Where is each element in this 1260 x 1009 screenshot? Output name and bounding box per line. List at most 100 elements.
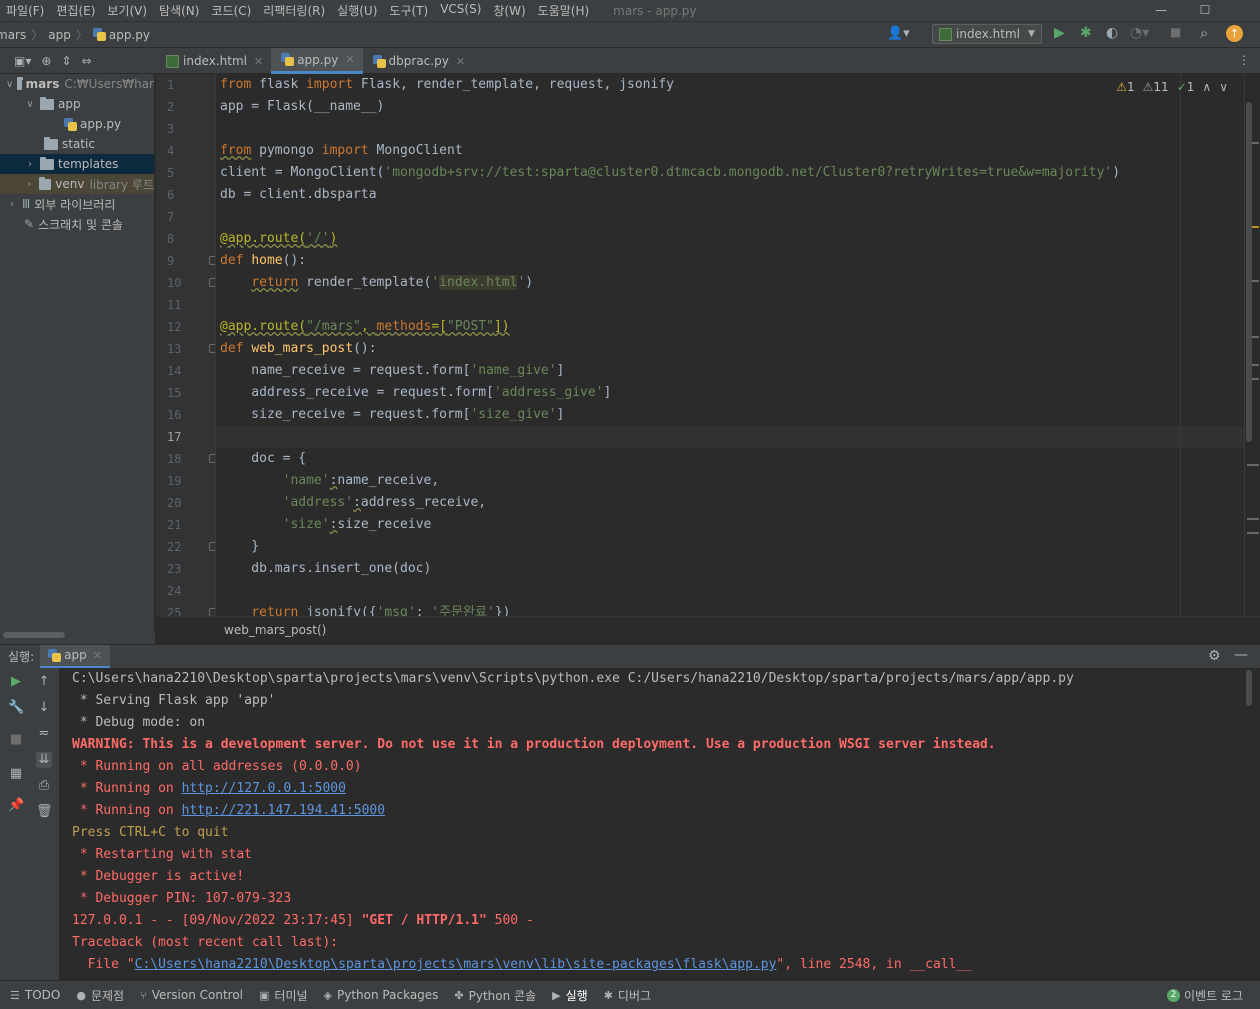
- soft-wrap-icon[interactable]: ≂: [36, 726, 52, 742]
- python-file-icon: [372, 54, 386, 68]
- fold-icon[interactable]: [209, 454, 215, 463]
- collapse-all-icon[interactable]: ⇔: [82, 54, 92, 68]
- tree-item-app[interactable]: ∨ app: [0, 94, 154, 114]
- pin-icon[interactable]: 📌: [8, 798, 24, 814]
- menu-item[interactable]: 도구(T): [383, 2, 434, 19]
- menu-item[interactable]: 실행(U): [331, 2, 383, 19]
- menu-item[interactable]: 편집(E): [50, 2, 101, 19]
- breadcrumb-project[interactable]: mars: [0, 28, 26, 42]
- search-icon[interactable]: ⌕: [1200, 24, 1208, 42]
- tree-root[interactable]: ∨ mars C:₩Users₩har: [0, 74, 154, 94]
- menu-item[interactable]: 탐색(N): [153, 2, 205, 19]
- console-scrollbar-track[interactable]: [1244, 668, 1260, 980]
- menu-item[interactable]: 창(W): [487, 2, 531, 19]
- tool-button-0[interactable]: ☰ TODO: [10, 987, 60, 1004]
- editor-scrollbar[interactable]: [1246, 102, 1252, 442]
- breadcrumb-file[interactable]: app.py: [109, 28, 150, 42]
- tree-item-templates[interactable]: › templates: [0, 154, 154, 174]
- run-tab-app[interactable]: app ✕: [40, 644, 110, 669]
- weak-warning-count: 11: [1153, 80, 1169, 94]
- folder-icon: [40, 156, 54, 170]
- tool-button-2[interactable]: ⑂ Version Control: [140, 987, 243, 1004]
- project-view-icon[interactable]: ▣▾: [14, 54, 31, 68]
- locate-icon[interactable]: ⊕: [41, 54, 51, 68]
- tool-button-1[interactable]: ● 문제점: [76, 987, 124, 1004]
- menu-item[interactable]: VCS(S): [434, 2, 487, 19]
- run-console[interactable]: C:\Users\hana2210\Desktop\sparta\project…: [60, 668, 1244, 980]
- menu-item[interactable]: 도움말(H): [532, 2, 596, 19]
- tree-item-label: 스크래치 및 콘솔: [38, 217, 123, 232]
- menu-item[interactable]: 리팩터링(R): [257, 2, 331, 19]
- close-icon[interactable]: ✕: [345, 53, 354, 66]
- tool-button-3[interactable]: ▣ 터미널: [259, 987, 308, 1004]
- tool-button-7[interactable]: ✱ 디버그: [604, 987, 651, 1004]
- inspection-widget[interactable]: ⚠1 ⚠11 ✓1 ∧ ∨: [1116, 80, 1228, 94]
- chevron-up-icon[interactable]: ∧: [1202, 80, 1211, 94]
- expand-all-icon[interactable]: ⇕: [61, 54, 71, 68]
- user-icon[interactable]: 👤▾: [887, 26, 910, 41]
- debug-icon[interactable]: ✱: [1080, 25, 1092, 41]
- console-scrollbar[interactable]: [1246, 670, 1252, 706]
- tool-button-6[interactable]: ▶ 실행: [552, 987, 588, 1004]
- code-line: }: [220, 539, 260, 554]
- tool-button-4[interactable]: ◈ Python Packages: [324, 987, 439, 1004]
- chevron-right-icon: ›: [27, 178, 32, 190]
- fold-icon[interactable]: [209, 542, 215, 551]
- close-icon[interactable]: ✕: [456, 55, 465, 68]
- arrow-down-icon[interactable]: ↓: [36, 700, 52, 716]
- stop-icon[interactable]: ■: [1170, 25, 1181, 39]
- fold-icon[interactable]: [209, 608, 215, 616]
- chevron-down-icon[interactable]: ∨: [1219, 80, 1228, 94]
- menu-item[interactable]: 코드(C): [205, 2, 257, 19]
- menu-item[interactable]: 보기(V): [101, 2, 153, 19]
- tool-button-5[interactable]: ✤ Python 콘솔: [454, 987, 536, 1004]
- line-number: 14: [167, 364, 182, 378]
- tree-item-venv[interactable]: › venv library 루트: [0, 174, 154, 194]
- maximize-icon[interactable]: ☐: [1190, 0, 1220, 22]
- menu-item[interactable]: 파일(F): [0, 2, 50, 19]
- tree-item-external-libraries[interactable]: › Ⅲ 외부 라이브러리: [0, 194, 154, 214]
- wrench-icon[interactable]: 🔧: [8, 700, 24, 716]
- more-tabs-icon[interactable]: ⋮: [1238, 53, 1250, 67]
- profile-icon[interactable]: ◔▾: [1130, 25, 1149, 41]
- gear-icon[interactable]: ⚙: [1208, 648, 1221, 664]
- line-number: 7: [167, 210, 175, 224]
- event-log-button[interactable]: 2 이벤트 로그: [1167, 987, 1243, 1004]
- fold-icon[interactable]: [209, 256, 215, 265]
- print-icon[interactable]: ⎙: [36, 778, 52, 794]
- tree-item-app-py[interactable]: app.py: [0, 114, 154, 134]
- breadcrumb-folder[interactable]: app: [48, 28, 71, 42]
- tree-item-static[interactable]: static: [0, 134, 154, 154]
- fold-icon[interactable]: [209, 278, 215, 287]
- run-panel-label: 실행:: [8, 650, 35, 664]
- stripe-mark: [1247, 464, 1259, 466]
- rerun-icon[interactable]: ▶: [8, 674, 24, 690]
- code-editor[interactable]: from flask import Flask, render_template…: [216, 74, 1244, 616]
- tree-item-scratches[interactable]: ✎ 스크래치 및 콘솔: [0, 214, 154, 234]
- coverage-icon[interactable]: ◐: [1106, 25, 1118, 41]
- tree-item-label: venv: [55, 177, 85, 191]
- scroll-to-end-icon[interactable]: ⇊: [36, 752, 52, 768]
- fold-icon[interactable]: [209, 344, 215, 353]
- packages-icon: ◈: [323, 988, 333, 1002]
- tab-dbprac-py[interactable]: dbprac.py ✕: [363, 48, 474, 74]
- editor-breadcrumb[interactable]: web_mars_post(): [156, 616, 1260, 644]
- close-icon[interactable]: ✕: [93, 649, 102, 662]
- minimize-icon[interactable]: —: [1146, 0, 1176, 22]
- editor-error-stripe[interactable]: [1244, 74, 1260, 616]
- close-icon[interactable]: ✕: [254, 55, 263, 68]
- run-config-select[interactable]: index.html ▼: [932, 24, 1042, 44]
- layout-icon[interactable]: ▦: [8, 766, 24, 782]
- tree-horizontal-scrollbar[interactable]: [3, 632, 65, 638]
- arrow-up-icon[interactable]: ↑: [36, 674, 52, 690]
- run-icon[interactable]: ▶: [1054, 25, 1065, 41]
- run-config-label: index.html: [956, 27, 1020, 41]
- line-number: 18: [156, 448, 215, 470]
- tab-app-py[interactable]: app.py ✕: [271, 48, 363, 74]
- update-icon[interactable]: ↑: [1226, 25, 1243, 42]
- tab-index-html[interactable]: index.html ✕: [156, 48, 271, 74]
- hide-icon[interactable]: —: [1234, 647, 1248, 663]
- stop-icon[interactable]: ■: [8, 732, 24, 748]
- trash-icon[interactable]: 🗑: [36, 804, 53, 820]
- line-number: 12: [167, 320, 182, 334]
